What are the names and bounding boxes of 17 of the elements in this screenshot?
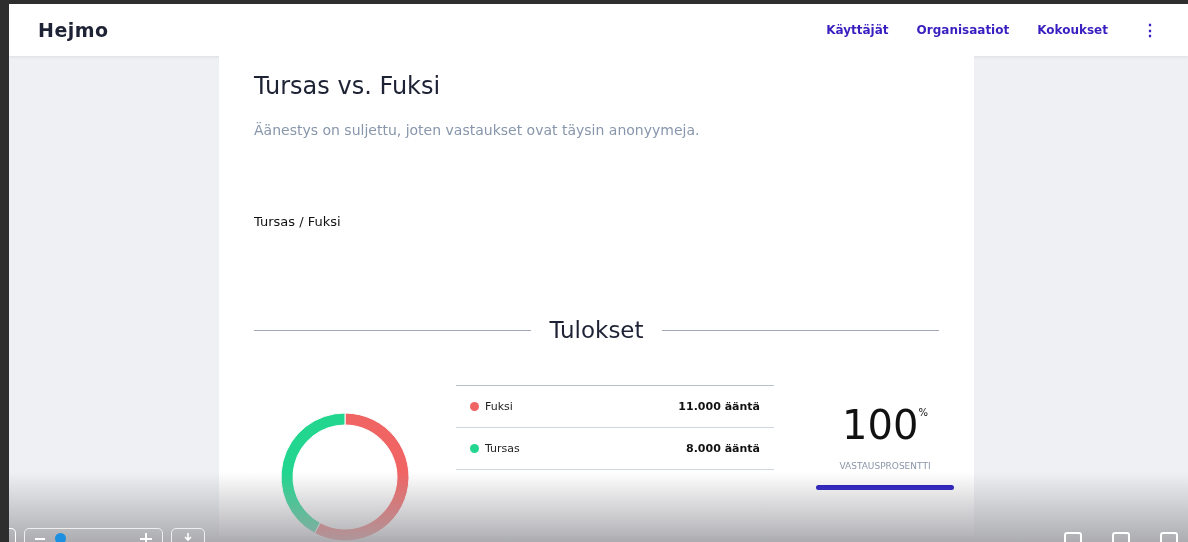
nav-link[interactable]: Organisaatiot [916, 23, 1010, 37]
zoom-thumb[interactable] [55, 533, 66, 542]
percent-sign: % [918, 407, 928, 418]
results-heading: Tulokset [549, 317, 644, 343]
poll-title: Tursas vs. Fuksi [254, 72, 442, 100]
response-value: 100 [842, 401, 919, 449]
logo-text[interactable]: Hejmo [38, 19, 109, 41]
vote-count: 8.000 ääntä [686, 442, 760, 455]
question-text: Tursas / Fuksi [254, 214, 342, 229]
option-label: Tursas [485, 442, 521, 455]
option-label: Fuksi [485, 400, 514, 413]
nav-link[interactable]: Kokoukset [1037, 23, 1108, 37]
arrow-down-icon [183, 532, 193, 542]
nav-link[interactable]: Käyttäjät [826, 23, 889, 37]
response-label: VASTAUSPROSENTTI [839, 461, 931, 471]
vote-count: 11.000 ääntä [678, 400, 760, 413]
notice-text: Äänestys on suljettu, joten vastaukset ovat täysin anonyymeja. [254, 122, 701, 138]
